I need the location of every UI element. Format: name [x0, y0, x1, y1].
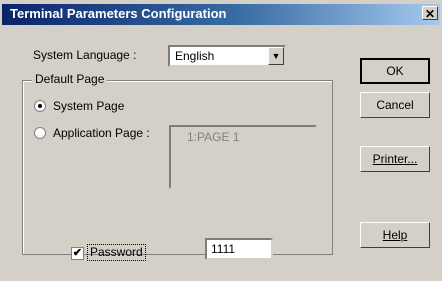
window-title: Terminal Parameters Configuration — [10, 6, 227, 21]
title-bar[interactable]: Terminal Parameters Configuration ✕ — [2, 4, 440, 25]
dropdown-arrow-icon[interactable]: ▼ — [268, 47, 284, 65]
system-language-label: System Language : — [33, 48, 137, 62]
cancel-button[interactable]: Cancel — [360, 92, 430, 118]
default-page-group-label: Default Page — [32, 72, 108, 86]
help-button[interactable]: Help — [360, 222, 430, 248]
password-checkbox[interactable]: ✔ — [71, 247, 84, 260]
password-input[interactable]: 1111 — [205, 238, 273, 260]
application-page-list[interactable]: 1:PAGE 1 — [169, 125, 317, 189]
help-button-label: Help — [382, 228, 408, 242]
application-page-radio[interactable] — [34, 127, 46, 139]
system-language-value: English — [175, 49, 215, 63]
system-page-label[interactable]: System Page — [53, 99, 124, 113]
application-page-label[interactable]: Application Page : — [53, 126, 150, 140]
system-page-radio[interactable] — [34, 100, 46, 112]
printer-button-label: Printer... — [372, 152, 418, 166]
system-language-select[interactable]: English ▼ — [168, 45, 286, 67]
close-button[interactable]: ✕ — [422, 6, 438, 21]
terminal-parameters-dialog: Terminal Parameters Configuration ✕ Syst… — [0, 0, 442, 281]
list-item[interactable]: 1:PAGE 1 — [187, 130, 239, 144]
password-label[interactable]: Password — [87, 244, 146, 261]
printer-button[interactable]: Printer... — [360, 146, 430, 172]
ok-button[interactable]: OK — [360, 58, 430, 84]
